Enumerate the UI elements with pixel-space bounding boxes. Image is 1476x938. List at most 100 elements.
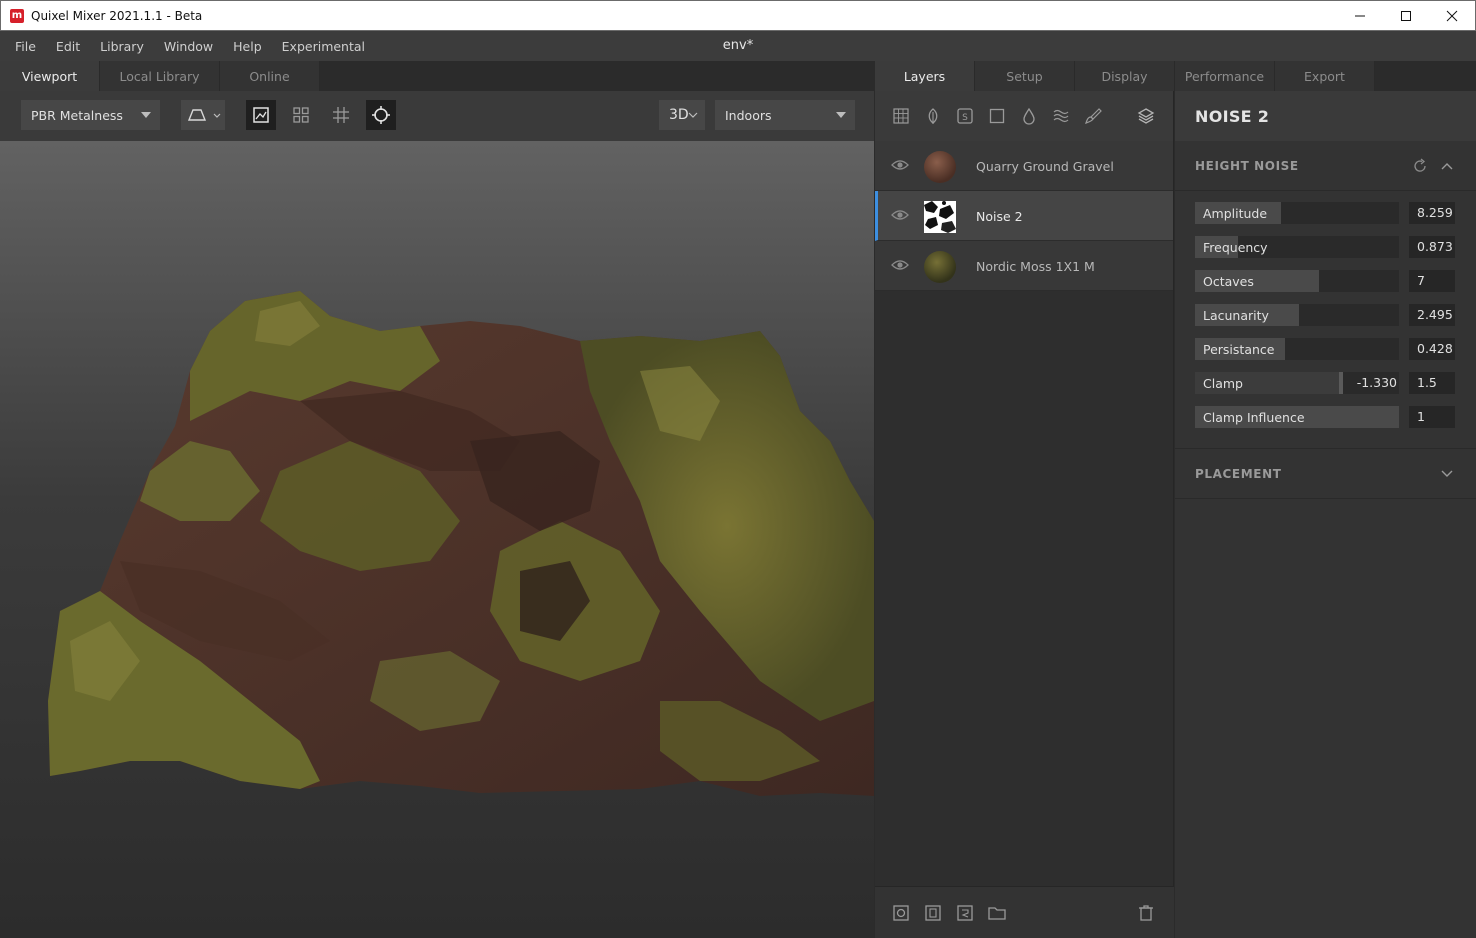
maximize-button[interactable]	[1383, 1, 1429, 31]
window-controls	[1337, 1, 1475, 31]
new-folder-button[interactable]	[987, 903, 1007, 923]
close-window-button[interactable]	[1429, 1, 1475, 31]
layer-row-nordic-moss[interactable]: Nordic Moss 1X1 M	[875, 241, 1173, 291]
add-paint-layer-button[interactable]	[1083, 106, 1103, 126]
smart-material-icon: S	[957, 108, 973, 124]
add-smart-material-button[interactable]: S	[955, 106, 975, 126]
layer-thumbnail	[924, 201, 956, 233]
svg-text:S: S	[962, 113, 968, 123]
drop-icon	[1023, 107, 1035, 125]
tab-export[interactable]: Export	[1275, 61, 1375, 91]
height-noise-section-header[interactable]: HEIGHT NOISE	[1175, 141, 1476, 191]
octaves-value-field[interactable]: 7	[1409, 270, 1455, 292]
brush-icon	[1085, 108, 1102, 124]
minimize-button[interactable]	[1337, 1, 1383, 31]
param-label: Lacunarity	[1203, 308, 1269, 323]
tab-display[interactable]: Display	[1075, 61, 1175, 91]
tab-online[interactable]: Online	[220, 61, 320, 91]
title-bar: m Quixel Mixer 2021.1.1 - Beta	[0, 0, 1476, 31]
3d-viewport[interactable]	[0, 141, 874, 938]
param-persistance[interactable]: Persistance 0.428	[1195, 338, 1455, 360]
add-solid-layer-button[interactable]	[987, 106, 1007, 126]
properties-title: NOISE 2	[1175, 91, 1476, 141]
tab-viewport[interactable]: Viewport	[0, 61, 100, 91]
visibility-eye-icon[interactable]	[891, 208, 909, 222]
layer-row-quarry-ground-gravel[interactable]: Quarry Ground Gravel	[875, 141, 1173, 191]
chevron-down-icon[interactable]	[1440, 469, 1454, 479]
left-tab-bar: Viewport Local Library Online	[0, 61, 874, 91]
background-image-button[interactable]	[246, 100, 276, 130]
focus-target-button[interactable]	[366, 100, 396, 130]
persistance-value-field[interactable]: 0.428	[1409, 338, 1455, 360]
clamp-range-slider[interactable]: Clamp -1.330	[1195, 372, 1399, 394]
tab-layers[interactable]: Layers	[875, 61, 975, 91]
waves-icon	[1053, 109, 1069, 123]
environment-label: Indoors	[725, 107, 772, 123]
mask-stack-icon	[925, 905, 941, 921]
add-surface-layer-button[interactable]	[891, 106, 911, 126]
clamp-max-value-field[interactable]: 1.5	[1409, 372, 1455, 394]
menu-help[interactable]: Help	[233, 39, 262, 54]
add-mask-button[interactable]	[891, 903, 911, 923]
menu-experimental[interactable]: Experimental	[282, 39, 365, 54]
octaves-slider[interactable]: Octaves	[1195, 270, 1399, 292]
grid-overlay-button[interactable]	[326, 100, 356, 130]
frequency-value-field[interactable]: 0.873	[1409, 236, 1455, 258]
amplitude-slider[interactable]: Amplitude	[1195, 202, 1399, 224]
camera-projection-button[interactable]	[181, 100, 225, 130]
add-mask-stack-button[interactable]	[923, 903, 943, 923]
add-fill-layer-button[interactable]	[1019, 106, 1039, 126]
add-decal-button[interactable]	[923, 106, 943, 126]
layers-footer-toolbar	[875, 886, 1174, 938]
lacunarity-slider[interactable]: Lacunarity	[1195, 304, 1399, 326]
properties-panel: NOISE 2 HEIGHT NOISE Amplitude 8.259 Fre…	[1175, 91, 1476, 938]
param-clamp-influence[interactable]: Clamp Influence 1	[1195, 406, 1455, 428]
reset-icon[interactable]	[1412, 158, 1428, 174]
clamp-influence-value-field[interactable]: 1	[1409, 406, 1455, 428]
add-mask-component-button[interactable]	[955, 903, 975, 923]
visibility-eye-icon[interactable]	[891, 258, 909, 272]
placement-section-header[interactable]: PLACEMENT	[1175, 449, 1476, 499]
lacunarity-value-field[interactable]: 2.495	[1409, 304, 1455, 326]
param-label: Clamp	[1203, 376, 1243, 391]
tab-local-library[interactable]: Local Library	[100, 61, 220, 91]
document-title: env*	[722, 38, 754, 53]
amplitude-value-field[interactable]: 8.259	[1409, 202, 1455, 224]
layer-row-noise-2[interactable]: Noise 2	[875, 191, 1173, 241]
window-title: Quixel Mixer 2021.1.1 - Beta	[31, 8, 203, 23]
frequency-slider[interactable]: Frequency	[1195, 236, 1399, 258]
right-tab-bar: Layers Setup Display Performance Export	[875, 61, 1476, 91]
param-lacunarity[interactable]: Lacunarity 2.495	[1195, 304, 1455, 326]
layer-thumbnail	[924, 251, 956, 283]
environment-dropdown[interactable]: Indoors	[715, 100, 855, 130]
param-frequency[interactable]: Frequency 0.873	[1195, 236, 1455, 258]
delete-layer-button[interactable]	[1136, 903, 1156, 923]
add-layer-group-button[interactable]	[1136, 106, 1156, 126]
surface-grid-icon	[893, 108, 909, 124]
material-mode-dropdown[interactable]: PBR Metalness	[21, 100, 160, 130]
visibility-eye-icon[interactable]	[891, 158, 909, 172]
mask-icon	[893, 905, 909, 921]
tab-setup[interactable]: Setup	[975, 61, 1075, 91]
layer-name: Noise 2	[976, 209, 1023, 224]
persistance-slider[interactable]: Persistance	[1195, 338, 1399, 360]
menu-edit[interactable]: Edit	[56, 39, 80, 54]
chevron-up-icon[interactable]	[1440, 161, 1454, 171]
add-noise-layer-button[interactable]	[1051, 106, 1071, 126]
tile-view-button[interactable]	[286, 100, 316, 130]
menu-file[interactable]: File	[15, 39, 36, 54]
menu-library[interactable]: Library	[100, 39, 144, 54]
view-mode-dropdown[interactable]: 3D	[659, 100, 705, 130]
param-octaves[interactable]: Octaves 7	[1195, 270, 1455, 292]
menu-window[interactable]: Window	[164, 39, 213, 54]
clamp-influence-slider[interactable]: Clamp Influence	[1195, 406, 1399, 428]
param-label: Frequency	[1203, 240, 1268, 255]
close-icon	[1446, 10, 1458, 22]
material-mode-label: PBR Metalness	[31, 107, 123, 123]
tab-performance[interactable]: Performance	[1175, 61, 1275, 91]
param-amplitude[interactable]: Amplitude 8.259	[1195, 202, 1455, 224]
layer-thumbnail	[924, 151, 956, 183]
param-clamp[interactable]: Clamp -1.330 1.5	[1195, 372, 1455, 394]
clamp-min-value[interactable]: -1.330	[1357, 375, 1397, 390]
clamp-handle[interactable]	[1339, 372, 1343, 394]
